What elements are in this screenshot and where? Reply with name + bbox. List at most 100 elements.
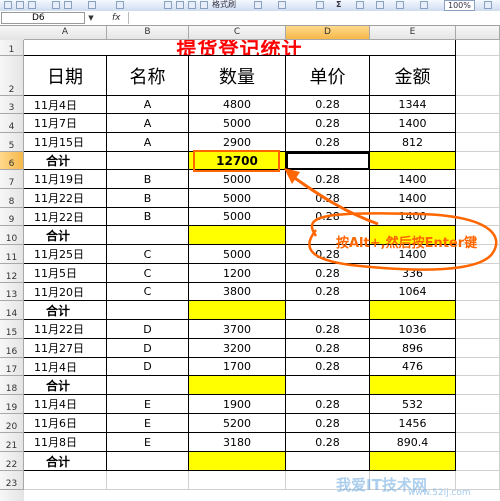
sort-desc-icon[interactable] [376,1,384,9]
price-cell[interactable]: 0.28 [286,433,370,452]
paste-icon[interactable] [188,1,196,9]
row-header-21[interactable]: 21 [0,433,24,452]
date-cell[interactable]: 11月22日 [24,208,107,226]
qty-cell[interactable]: 5000 [189,189,286,208]
date-cell[interactable]: 11月20日 [24,283,107,301]
total-amount-cell[interactable] [370,376,456,395]
research-icon[interactable] [116,1,124,9]
total-label-cell[interactable]: 合计 [24,452,107,471]
name-cell[interactable]: D [107,358,189,376]
price-cell[interactable]: 0.28 [286,414,370,433]
date-cell[interactable]: 11月4日 [24,96,107,114]
row-header-4[interactable]: 4 [0,114,24,133]
autosum-icon[interactable]: Σ [336,0,341,10]
date-cell[interactable]: 11月8日 [24,433,107,452]
qty-cell[interactable]: 3180 [189,433,286,452]
qty-cell[interactable]: 4800 [189,96,286,114]
row-header-16[interactable]: 16 [0,339,24,358]
empty-cell[interactable] [107,376,189,395]
empty-cell[interactable] [456,152,500,170]
row-header-9[interactable]: 9 [0,208,24,226]
price-total-cell[interactable] [286,452,370,471]
row-header-20[interactable]: 20 [0,414,24,433]
date-cell[interactable]: 11月27日 [24,339,107,358]
total-amount-cell[interactable] [370,301,456,320]
amount-cell[interactable]: 896 [370,339,456,358]
qty-cell[interactable]: 1200 [189,264,286,283]
empty-cell[interactable] [456,189,500,208]
date-cell[interactable]: 11月25日 [24,245,107,264]
column-header-a[interactable]: A [24,26,107,40]
name-cell[interactable]: C [107,245,189,264]
row-header-5[interactable]: 5 [0,133,24,152]
amount-cell[interactable]: 1400 [370,208,456,226]
name-cell[interactable]: C [107,264,189,283]
empty-cell[interactable] [24,471,107,490]
empty-cell[interactable] [456,339,500,358]
drawing-icon[interactable] [420,1,428,9]
total-label-cell[interactable]: 合计 [24,152,107,170]
name-cell[interactable]: D [107,339,189,358]
name-cell[interactable]: B [107,189,189,208]
sheet-title[interactable]: 提货登记统计 [24,40,456,56]
total-label-cell[interactable]: 合计 [24,226,107,245]
price-cell[interactable]: 0.28 [286,208,370,226]
format-painter-button[interactable]: 格式刷 [212,0,236,10]
row-header-23[interactable]: 23 [0,471,24,490]
amount-cell[interactable]: 1344 [370,96,456,114]
column-header-e[interactable]: E [370,26,456,40]
empty-cell[interactable] [456,395,500,414]
empty-cell[interactable] [456,301,500,320]
price-cell[interactable]: 0.28 [286,189,370,208]
date-cell[interactable]: 11月4日 [24,395,107,414]
price-total-cell[interactable] [286,376,370,395]
column-title-3[interactable]: 单价 [286,56,370,96]
chart-icon[interactable] [396,1,404,9]
qty-cell[interactable]: 2900 [189,133,286,152]
price-cell[interactable]: 0.28 [286,114,370,133]
column-title-0[interactable]: 日期 [24,56,107,96]
total-label-cell[interactable]: 合计 [24,301,107,320]
new-icon[interactable] [4,1,12,9]
row-header-10[interactable]: 10 [0,226,24,245]
qty-cell[interactable]: 5000 [189,208,286,226]
empty-cell[interactable] [456,320,500,339]
amount-cell[interactable]: 1400 [370,170,456,189]
empty-cell[interactable] [189,471,286,490]
column-title-4[interactable]: 金额 [370,56,456,96]
help-icon[interactable] [484,1,492,9]
column-header-c[interactable]: C [189,26,286,40]
empty-cell[interactable] [107,301,189,320]
amount-cell[interactable]: 1456 [370,414,456,433]
date-cell[interactable]: 11月4日 [24,358,107,376]
price-total-cell[interactable] [286,301,370,320]
qty-cell[interactable]: 3200 [189,339,286,358]
name-cell[interactable]: B [107,208,189,226]
undo-icon[interactable] [254,1,262,9]
formula-input[interactable] [128,12,499,24]
preview-icon[interactable] [64,1,72,9]
row-header-12[interactable]: 12 [0,264,24,283]
total-qty-cell[interactable] [189,301,286,320]
open-icon[interactable] [16,1,24,9]
name-cell[interactable]: B [107,170,189,189]
total-qty-cell[interactable] [189,226,286,245]
date-cell[interactable]: 11月22日 [24,189,107,208]
row-header-13[interactable]: 13 [0,283,24,301]
amount-cell[interactable]: 476 [370,358,456,376]
qty-cell[interactable]: 5000 [189,170,286,189]
empty-cell[interactable] [456,433,500,452]
print-icon[interactable] [52,1,60,9]
row-header-22[interactable]: 22 [0,452,24,471]
amount-cell[interactable]: 890.4 [370,433,456,452]
row-header-6[interactable]: 6 [0,152,24,170]
row-header-2[interactable]: 2 [0,56,24,96]
empty-cell[interactable] [107,226,189,245]
amount-cell[interactable]: 336 [370,264,456,283]
total-qty-cell[interactable] [189,376,286,395]
empty-cell[interactable] [456,133,500,152]
empty-cell[interactable] [456,208,500,226]
empty-cell[interactable] [456,40,500,56]
column-title-2[interactable]: 数量 [189,56,286,96]
date-cell[interactable]: 11月19日 [24,170,107,189]
